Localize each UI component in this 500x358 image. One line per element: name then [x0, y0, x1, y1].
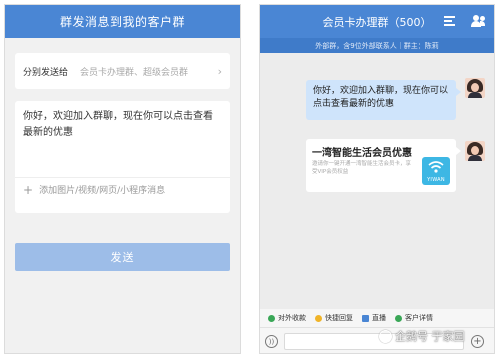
broadcast-screen: 群发消息到我的客户群 分别发送给 会员卡办理群、超级会员群 › 你好，欢迎加入群…: [4, 4, 241, 354]
add-attachment-button[interactable]: + 添加图片/视频/网页/小程序消息: [23, 182, 222, 197]
avatar[interactable]: [465, 78, 485, 98]
watermark-text: 企鹅号 于家园: [395, 330, 465, 343]
recipients-row[interactable]: 分别发送给 会员卡办理群、超级会员群 ›: [15, 53, 230, 89]
add-attachment-label: 添加图片/视频/网页/小程序消息: [39, 186, 166, 196]
customer-icon: [395, 314, 402, 322]
menu-list-icon[interactable]: [444, 16, 455, 26]
plus-icon[interactable]: +: [471, 335, 484, 348]
mini-program-card[interactable]: 一湾智能生活会员优惠 邀请你一键开通一湾智能生活会员卡，享受VIP会员权益 YI…: [306, 139, 461, 192]
quick-reply-icon: [315, 314, 322, 322]
tool-live[interactable]: 直播: [362, 313, 386, 323]
chat-header: 会员卡办理群（500）: [260, 5, 494, 38]
group-info-subheader: 外部群，含9位外部联系人｜群主：陈莉: [260, 38, 494, 53]
quick-tools-bar: 对外收款 快捷回复 直播 客户详情: [260, 309, 494, 327]
chat-title: 会员卡办理群（500）: [322, 15, 432, 29]
tool-payment-label: 对外收款: [278, 314, 306, 322]
tool-customer-details-label: 客户详情: [405, 314, 433, 322]
tool-quick-reply[interactable]: 快捷回复: [315, 313, 353, 323]
tool-live-label: 直播: [372, 314, 386, 322]
recipients-value: 会员卡办理群、超级会员群: [80, 67, 189, 78]
voice-icon[interactable]: )): [265, 335, 278, 348]
page-title: 群发消息到我的客户群: [5, 5, 240, 38]
live-icon: [362, 314, 369, 322]
plus-icon: +: [23, 182, 34, 197]
chevron-right-icon: ›: [217, 64, 222, 78]
watermark: 企鹅号 于家园: [379, 328, 465, 344]
tool-quick-reply-label: 快捷回复: [325, 314, 353, 322]
tool-payment[interactable]: 对外收款: [268, 313, 306, 323]
send-button[interactable]: 发送: [15, 243, 230, 271]
message-text[interactable]: 你好，欢迎加入群聊，现在你可以点击查看最新的优惠: [15, 101, 230, 141]
tool-customer-details[interactable]: 客户详情: [395, 313, 433, 323]
group-members-icon[interactable]: [471, 15, 485, 27]
screenshot: 群发消息到我的客户群 分别发送给 会员卡办理群、超级会员群 › 你好，欢迎加入群…: [0, 0, 500, 358]
card-description: 邀请你一键开通一湾智能生活会员卡，享受VIP会员权益: [312, 161, 412, 175]
avatar[interactable]: [465, 141, 485, 161]
divider: [15, 177, 230, 178]
group-chat-screen: 会员卡办理群（500） 外部群，含9位外部联系人｜群主：陈莉 你好，欢迎加入群聊…: [259, 4, 495, 354]
chat-message-bubble[interactable]: 你好，欢迎加入群聊，现在你可以点击查看最新的优惠: [306, 80, 461, 120]
wifi-logo-icon: YIWAN: [422, 157, 450, 185]
payment-icon: [268, 314, 275, 322]
card-logo-text: YIWAN: [427, 177, 445, 183]
message-composer[interactable]: 你好，欢迎加入群聊，现在你可以点击查看最新的优惠 + 添加图片/视频/网页/小程…: [15, 101, 230, 213]
watermark-logo-icon: [379, 329, 392, 343]
recipients-label: 分别发送给: [23, 67, 69, 78]
